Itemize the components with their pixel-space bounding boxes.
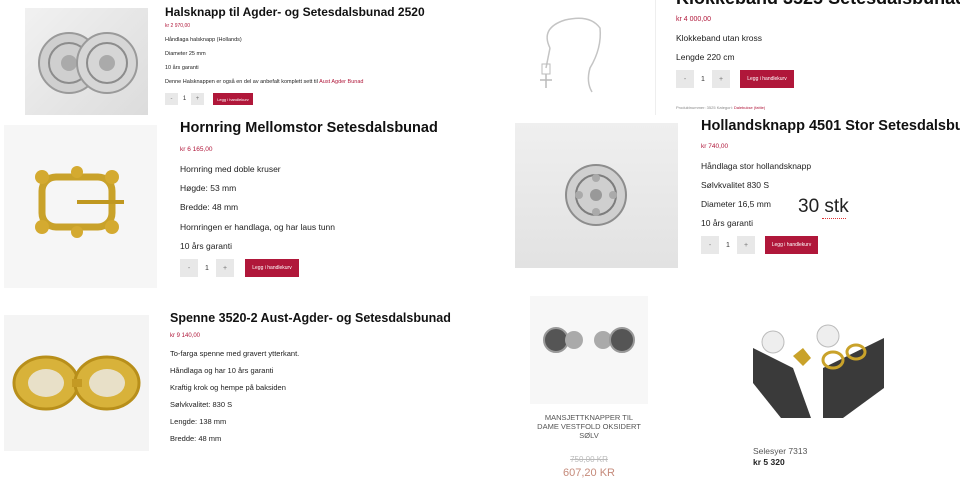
product-detail: Høgde: 53 mm <box>180 183 237 193</box>
product-detail: Sølvkvalitet: 830 S <box>170 400 233 409</box>
product-detail: To-farga spenne med gravert ytterkant. <box>170 349 300 358</box>
selesyer-image <box>753 324 884 418</box>
product-image-klokkeband[interactable] <box>520 8 612 98</box>
product-detail: 10 års garanti <box>180 241 232 251</box>
product-image-mansjettknapper[interactable] <box>530 296 648 404</box>
product-title: Hollandsknapp 4501 Stor Setesdalsbunad <box>701 118 960 134</box>
quantity-stepper: - 1 + <box>676 70 730 88</box>
product-price: kr 740,00 <box>701 143 729 150</box>
product-detail: Håndlaga halsknapp (Hollands) <box>165 37 242 43</box>
hornring-image <box>35 166 124 238</box>
old-price: 750,00 KR <box>570 455 608 464</box>
add-to-cart-button[interactable]: Legg i handlekurv <box>765 236 818 254</box>
klokkeband-image <box>540 17 602 93</box>
product-price: kr 5 320 <box>753 457 785 467</box>
qty-increase-button[interactable]: + <box>191 93 204 105</box>
product-detail: Diameter 25 mm <box>165 51 206 57</box>
product-detail: Kraftig krok og hempe på baksiden <box>170 383 286 392</box>
caption-line: MANSJETTKNAPPER TIL <box>544 413 634 422</box>
spenne-image <box>12 355 141 411</box>
qty-input[interactable]: 1 <box>178 93 191 105</box>
qty-input[interactable]: 1 <box>694 70 712 88</box>
product-price: kr 6 165,00 <box>180 146 213 153</box>
product-title: Spenne 3520-2 Aust-Agder- og Setesdalsbu… <box>170 311 451 325</box>
stock-count: 30 stk <box>798 196 849 217</box>
qty-increase-button[interactable]: + <box>216 259 234 277</box>
product-image-selesyer[interactable] <box>753 308 884 422</box>
qty-decrease-button[interactable]: - <box>180 259 198 277</box>
qty-increase-button[interactable]: + <box>737 236 755 254</box>
product-image-spenne[interactable] <box>4 315 149 451</box>
product-detail: Bredde: 48 mm <box>170 434 222 443</box>
caption-line: SØLV <box>579 431 599 440</box>
qty-decrease-button[interactable]: - <box>676 70 694 88</box>
quantity-stepper: - 1 + <box>180 259 234 277</box>
product-image-halsknapp[interactable] <box>25 8 148 115</box>
qty-decrease-button[interactable]: - <box>701 236 719 254</box>
quantity-stepper: - 1 + <box>165 93 204 105</box>
product-note-text: Denne Halsknappen er også en del av anbe… <box>165 79 318 85</box>
product-price: kr 9 140,00 <box>170 333 201 339</box>
product-detail: 10 års garanti <box>165 65 199 71</box>
qty-decrease-button[interactable]: - <box>165 93 178 105</box>
product-detail: 10 års garanti <box>701 218 753 228</box>
sale-price: 607,20 KR <box>563 467 615 479</box>
product-title: Halsknapp til Agder- og Setesdalsbunad 2… <box>165 5 425 19</box>
add-to-cart-button[interactable]: Legg i handlekurv <box>245 259 299 277</box>
product-detail: Diameter 16,5 mm <box>701 199 771 209</box>
bunad-link[interactable]: Aust Agder Bunad <box>319 79 363 85</box>
qty-input[interactable]: 1 <box>719 236 737 254</box>
product-title: Hornring Mellomstor Setesdalsbunad <box>180 120 438 136</box>
product-detail: Sølvkvalitet 830 S <box>701 180 770 190</box>
product-title: Klokkeband 3525 Setesdalsbunad <box>676 0 960 9</box>
product-detail: Hornring med doble kruser <box>180 164 281 174</box>
product-detail: Hornringen er handlaga, og har laus tunn <box>180 222 335 232</box>
category-link[interactable]: Dalebukse (fattie) <box>734 105 765 110</box>
caption-line: DAME VESTFOLD OKSIDERT <box>537 422 641 431</box>
product-caption: MANSJETTKNAPPER TIL DAME VESTFOLD OKSIDE… <box>530 413 648 440</box>
product-detail: Håndlaga og har 10 års garanti <box>170 366 274 375</box>
hollandsknapp-image <box>565 164 627 226</box>
product-detail: Håndlaga stor hollandsknapp <box>701 161 812 171</box>
product-detail: Lengde 220 cm <box>676 52 735 62</box>
qty-increase-button[interactable]: + <box>712 70 730 88</box>
product-detail: Bredde: 48 mm <box>180 202 239 212</box>
halsknapp-image <box>38 32 138 94</box>
divider <box>655 0 656 115</box>
product-meta: Produktnummer: 3525 Kategori: Dalebukse … <box>676 105 765 110</box>
spellcheck-underline <box>822 217 846 219</box>
product-price: kr 2 970,00 <box>165 23 191 29</box>
product-image-hornring[interactable] <box>4 125 157 288</box>
product-price: kr 4 000,00 <box>676 16 712 23</box>
product-name[interactable]: Selesyer 7313 <box>753 446 807 456</box>
qty-input[interactable]: 1 <box>198 259 216 277</box>
add-to-cart-button[interactable]: Legg i handlekurv <box>213 93 253 105</box>
product-note: Denne Halsknappen er også en del av anbe… <box>165 79 363 85</box>
product-detail: Klokkeband utan kross <box>676 33 762 43</box>
mansjettknapper-image <box>543 327 635 353</box>
quantity-stepper: - 1 + <box>701 236 755 254</box>
product-image-hollandsknapp[interactable] <box>515 123 678 268</box>
add-to-cart-button[interactable]: Legg i handlekurv <box>740 70 794 88</box>
product-meta-text: Produktnummer: 3525 Kategori: <box>676 105 733 110</box>
product-detail: Lengde: 138 mm <box>170 417 227 426</box>
